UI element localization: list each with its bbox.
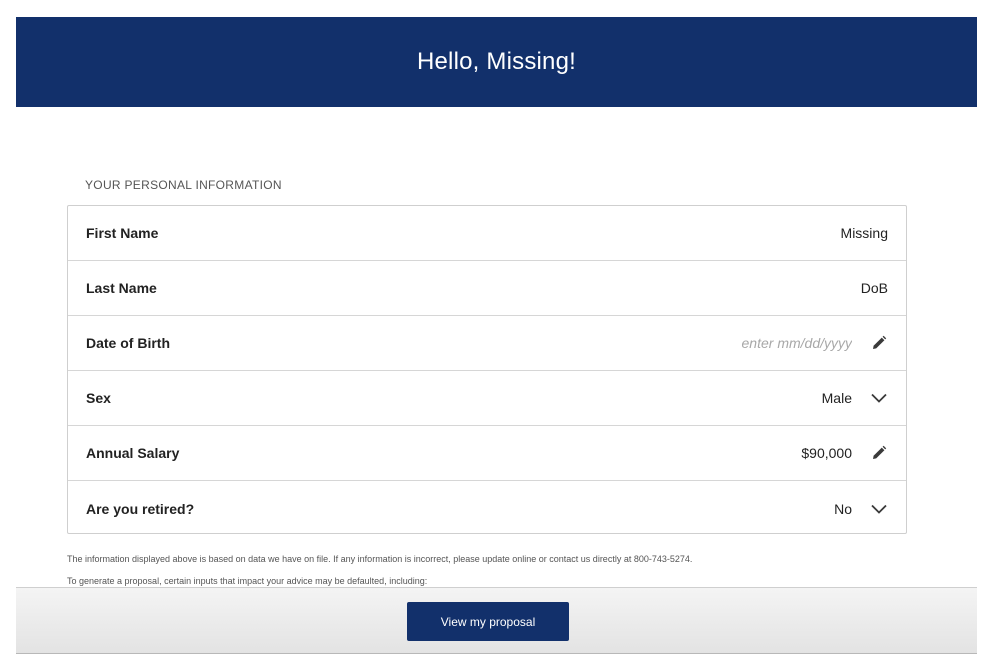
last-name-value: DoB: [860, 280, 888, 296]
sex-value[interactable]: Male: [822, 390, 852, 406]
date-of-birth-input[interactable]: [652, 335, 852, 351]
section-title: YOUR PERSONAL INFORMATION: [85, 178, 282, 192]
first-name-value: Missing: [840, 225, 888, 241]
disclaimer-text: The information displayed above is based…: [67, 554, 693, 564]
date-of-birth-label: Date of Birth: [86, 335, 170, 351]
annual-salary-label: Annual Salary: [86, 445, 180, 461]
sex-label: Sex: [86, 390, 111, 406]
footer-bar: View my proposal: [16, 587, 977, 654]
retired-value[interactable]: No: [834, 501, 852, 517]
retired-row[interactable]: Are you retired? No: [68, 481, 906, 536]
greeting-title: Hello, Missing!: [416, 48, 577, 75]
last-name-row: Last Name DoB: [68, 261, 906, 316]
view-proposal-button[interactable]: View my proposal: [407, 602, 569, 641]
annual-salary-value[interactable]: $90,000: [801, 445, 852, 461]
pencil-icon[interactable]: [870, 444, 888, 462]
last-name-label: Last Name: [86, 280, 157, 296]
chevron-down-icon[interactable]: [870, 389, 888, 407]
page-header: Hello, Missing!: [16, 17, 977, 107]
retired-label: Are you retired?: [86, 500, 195, 517]
first-name-label: First Name: [86, 225, 159, 241]
pencil-icon[interactable]: [870, 334, 888, 352]
sex-row[interactable]: Sex Male: [68, 371, 906, 426]
personal-info-card: First Name Missing Last Name DoB Date of…: [67, 205, 907, 534]
defaults-note: To generate a proposal, certain inputs t…: [67, 576, 428, 586]
first-name-row: First Name Missing: [68, 206, 906, 261]
date-of-birth-row: Date of Birth: [68, 316, 906, 371]
chevron-down-icon[interactable]: [870, 500, 888, 518]
annual-salary-row: Annual Salary $90,000: [68, 426, 906, 481]
